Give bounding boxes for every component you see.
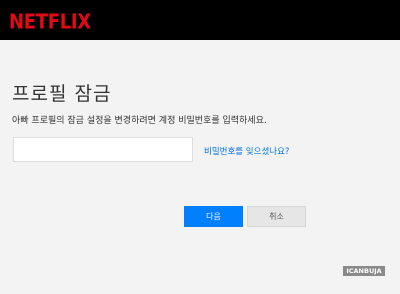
page-title: 프로필 잠금 xyxy=(12,82,112,105)
watermark-label: ICANBUJA xyxy=(343,266,385,276)
top-bar: NETFLIX xyxy=(0,0,400,40)
netflix-logo[interactable]: NETFLIX xyxy=(9,10,91,34)
description-text: 아빠 프로필의 잠금 설정을 변경하려면 계정 비밀번호를 입력하세요. xyxy=(12,116,267,126)
next-button[interactable]: 다음 xyxy=(184,206,243,227)
cancel-button[interactable]: 취소 xyxy=(247,206,306,227)
password-input[interactable] xyxy=(13,137,193,162)
forgot-password-link[interactable]: 비밀번호를 잊으셨나요? xyxy=(204,145,289,157)
